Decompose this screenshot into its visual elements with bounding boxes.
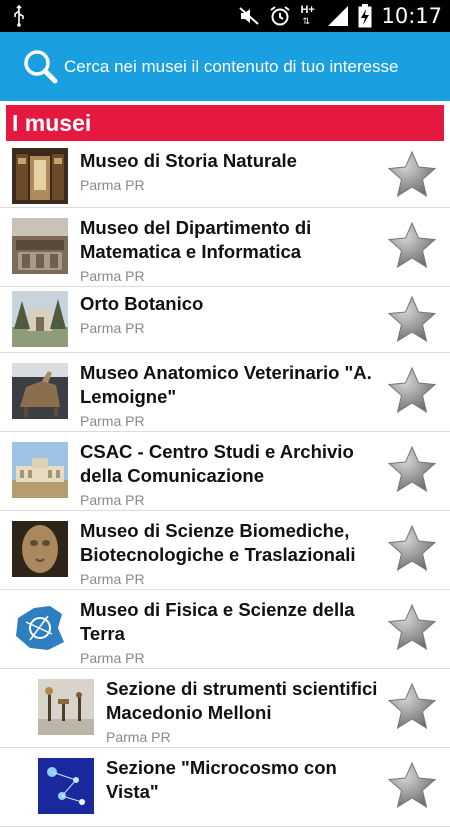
museum-thumbnail	[12, 363, 68, 419]
star-icon[interactable]	[386, 365, 438, 417]
museum-location: Parma PR	[80, 413, 145, 429]
list-item[interactable]: Museo di Scienze Biomediche, Biotecnolog…	[0, 511, 450, 590]
list-item[interactable]: Orto Botanico Parma PR	[0, 287, 450, 353]
museum-thumbnail	[12, 148, 68, 204]
star-icon[interactable]	[386, 523, 438, 575]
star-icon[interactable]	[386, 294, 438, 346]
list-item[interactable]: Museo di Fisica e Scienze della Terra Pa…	[0, 590, 450, 669]
museum-name: Orto Botanico	[80, 293, 204, 314]
alarm-icon	[270, 6, 291, 26]
search-bar[interactable]: Cerca nei musei il contenuto di tuo inte…	[0, 32, 450, 101]
network-type-icon: H+ ⇅	[300, 4, 315, 26]
museum-location: Parma PR	[106, 729, 171, 745]
museum-list: Museo di Storia Naturale Parma PR Museo …	[0, 144, 450, 827]
star-icon[interactable]	[386, 681, 438, 733]
list-item[interactable]: Sezione di strumenti scientifici Macedon…	[0, 669, 450, 748]
star-icon[interactable]	[386, 760, 438, 812]
star-icon[interactable]	[386, 220, 438, 272]
usb-icon	[14, 4, 24, 27]
clock: 10:17	[381, 4, 442, 28]
signal-icon	[328, 6, 349, 26]
museum-name: Museo di Fisica e Scienze della Terra	[80, 599, 355, 644]
section-header: I musei	[6, 105, 444, 141]
museum-location: Parma PR	[80, 571, 145, 587]
museum-location: Parma PR	[80, 320, 145, 336]
museum-thumbnail	[38, 758, 94, 814]
museum-name: Museo Anatomico Veterinario "A. Lemoigne…	[80, 362, 372, 407]
star-icon[interactable]	[386, 149, 438, 201]
museum-location: Parma PR	[80, 492, 145, 508]
museum-name: Sezione di strumenti scientifici Macedon…	[106, 678, 378, 723]
museum-name: Museo di Scienze Biomediche, Biotecnolog…	[80, 520, 356, 565]
star-icon[interactable]	[386, 444, 438, 496]
museum-thumbnail	[12, 291, 68, 347]
museum-thumbnail	[12, 218, 68, 274]
search-prompt[interactable]: Cerca nei musei il contenuto di tuo inte…	[64, 57, 399, 77]
museum-name: Sezione "Microcosmo con Vista"	[106, 757, 337, 802]
star-icon[interactable]	[386, 602, 438, 654]
museum-location: Parma PR	[80, 268, 145, 284]
museum-location: Parma PR	[80, 177, 145, 193]
list-item[interactable]: CSAC - Centro Studi e Archivio della Com…	[0, 432, 450, 511]
list-item[interactable]: Museo di Storia Naturale Parma PR	[0, 144, 450, 208]
museum-name: Museo del Dipartimento di Matematica e I…	[80, 217, 312, 262]
museum-thumbnail	[12, 442, 68, 498]
mute-icon	[239, 7, 260, 25]
museum-name: Museo di Storia Naturale	[80, 150, 297, 171]
museum-thumbnail	[12, 521, 68, 577]
museum-location: Parma PR	[80, 650, 145, 666]
list-item[interactable]: Sezione "Microcosmo con Vista"	[0, 748, 450, 827]
museum-thumbnail	[38, 679, 94, 735]
list-item[interactable]: Museo del Dipartimento di Matematica e I…	[0, 208, 450, 287]
battery-charging-icon	[358, 4, 372, 28]
list-item[interactable]: Museo Anatomico Veterinario "A. Lemoigne…	[0, 353, 450, 432]
search-icon	[24, 49, 58, 83]
museum-logo	[12, 600, 68, 656]
museum-name: CSAC - Centro Studi e Archivio della Com…	[80, 441, 354, 486]
status-bar: H+ ⇅ 10:17	[0, 0, 450, 32]
